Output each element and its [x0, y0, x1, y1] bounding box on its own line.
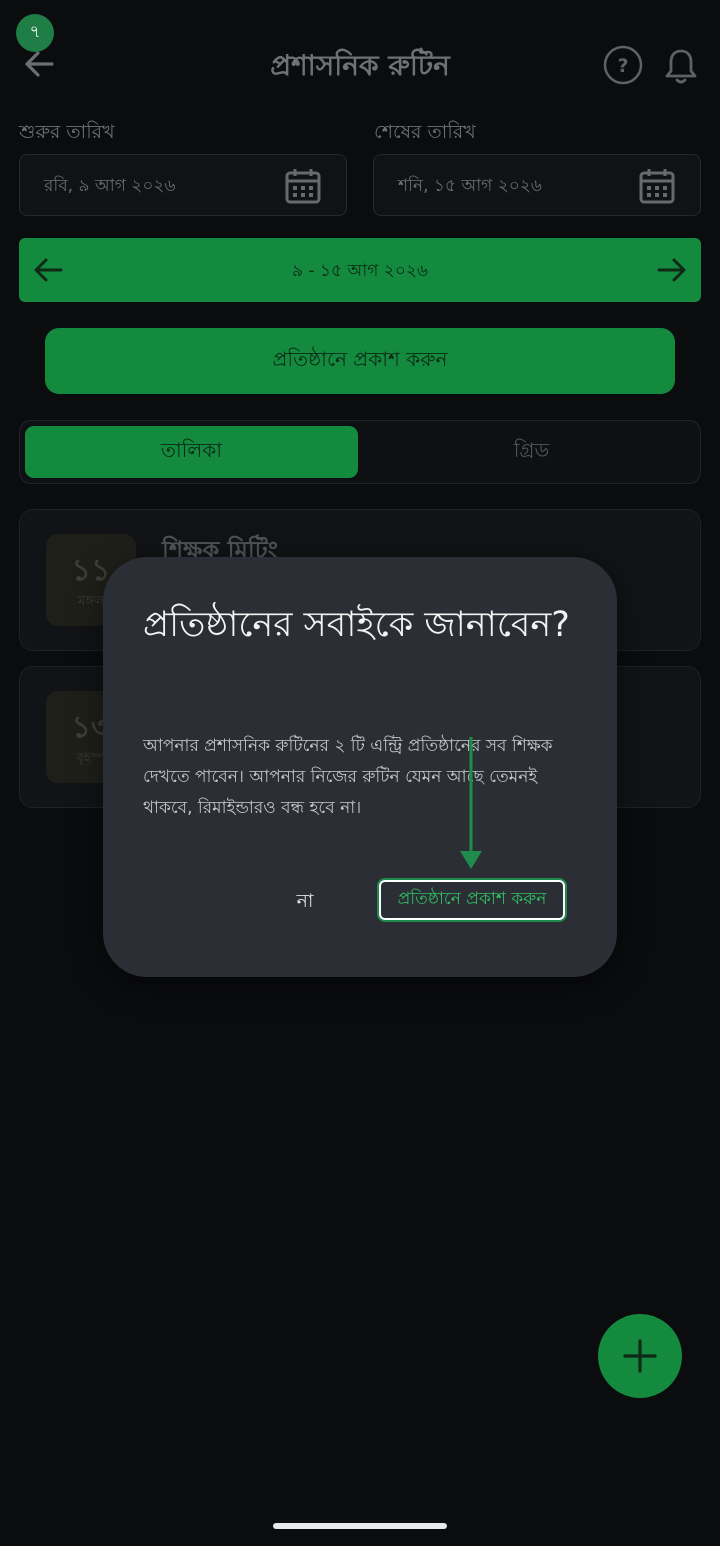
dialog-message: আপনার প্রশাসনিক রুটিনের ২ টি এন্ট্রি প্র…: [143, 736, 553, 818]
calendar-icon: [285, 169, 321, 204]
plus-icon: [623, 1339, 657, 1373]
dialog-title: প্রতিষ্ঠানের সবাইকে জানাবেন?: [143, 605, 570, 645]
start-date-value: রবি, ৯ আগ ২০২৬: [44, 176, 176, 196]
svg-text:?: ?: [617, 55, 628, 77]
week-navigator: ৯ - ১৫ আগ ২০২৬: [19, 238, 701, 302]
start-date-label: শুরুর তারিখ: [19, 121, 115, 143]
tab-list[interactable]: তালিকা: [25, 426, 358, 478]
publish-to-institution-button[interactable]: প্রতিষ্ঠানে প্রকাশ করুন: [45, 328, 675, 394]
end-date-label: শেষের তারিখ: [374, 121, 476, 143]
confirm-publish-button[interactable]: প্রতিষ্ঠানে প্রকাশ করুন: [379, 880, 565, 920]
week-range: ৯ - ১৫ আগ ২০২৬: [291, 261, 429, 281]
app-screen: ৭ প্রশাসনিক রুটিন ? শুরুর তারিখ শেষের তা…: [0, 0, 720, 1546]
add-entry-button[interactable]: [598, 1314, 682, 1398]
tab-grid[interactable]: গ্রিড: [365, 426, 698, 478]
question-circle-icon[interactable]: ?: [603, 45, 643, 85]
view-toggle: তালিকা গ্রিড: [19, 420, 701, 484]
start-date-field[interactable]: রবি, ৯ আগ ২০২৬: [19, 154, 347, 216]
end-date-field[interactable]: শনি, ১৫ আগ ২০২৬: [373, 154, 701, 216]
home-indicator[interactable]: [273, 1523, 447, 1529]
pointer-arrow-icon: [460, 737, 482, 869]
next-week-icon[interactable]: [653, 252, 689, 288]
cancel-button[interactable]: না: [287, 885, 323, 917]
bell-icon[interactable]: [662, 46, 700, 86]
page-title: প্রশাসনিক রুটিন: [270, 49, 450, 82]
calendar-icon: [639, 169, 675, 204]
end-date-value: শনি, ১৫ আগ ২০২৬: [398, 176, 542, 196]
step-badge: ৭: [16, 14, 54, 52]
publish-confirm-dialog: প্রতিষ্ঠানের সবাইকে জানাবেন? আপনার প্রশা…: [103, 557, 617, 977]
